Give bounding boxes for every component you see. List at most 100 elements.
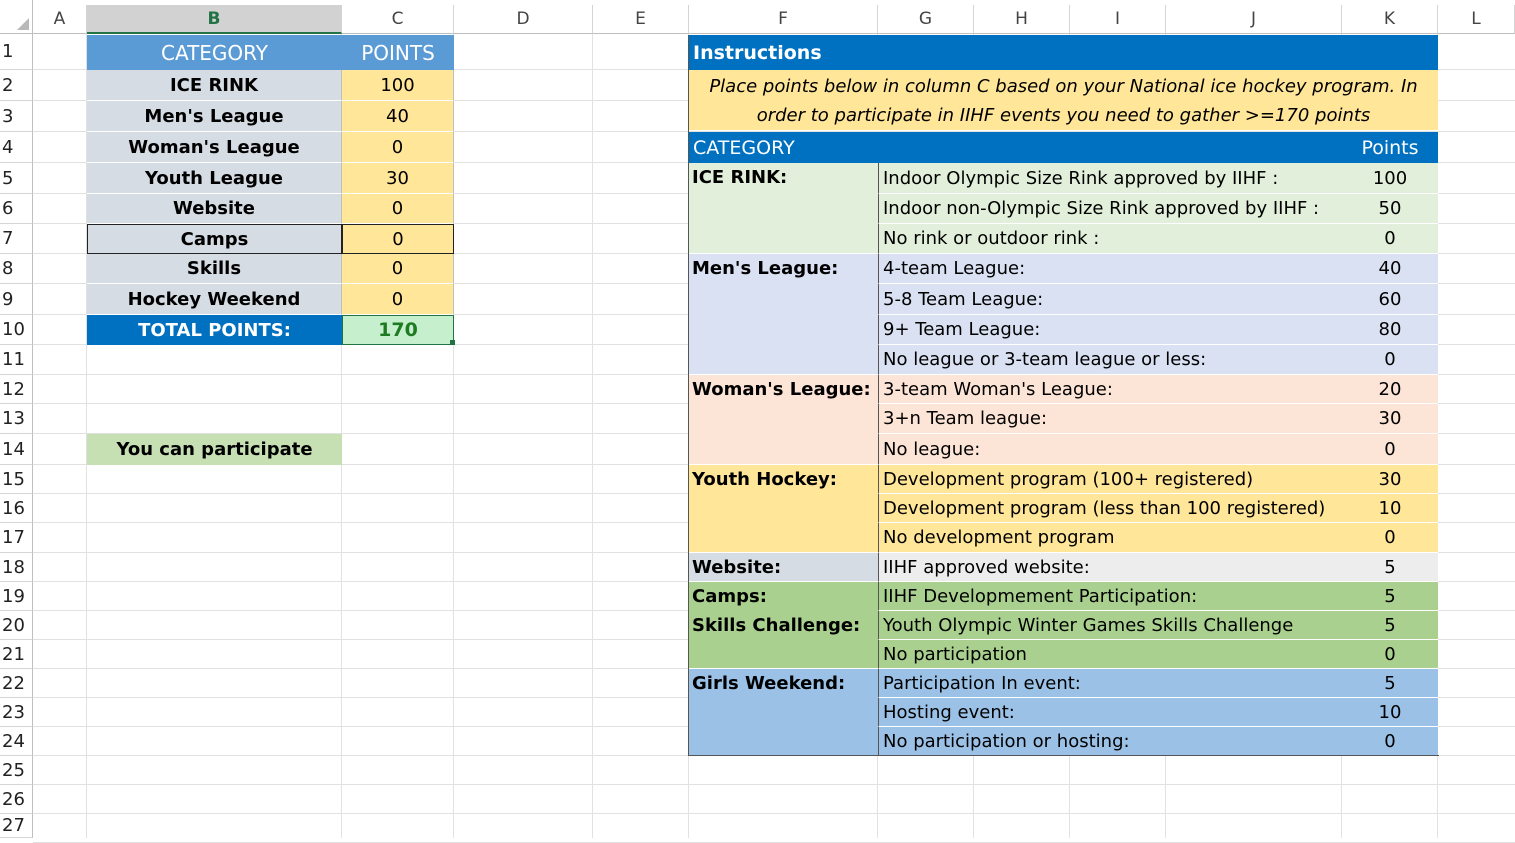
row-header-19[interactable]: 19 (0, 582, 33, 611)
instructions-item-points[interactable]: 0 (1342, 640, 1438, 669)
instructions-item-label[interactable]: No rink or outdoor rink : (878, 224, 1342, 254)
instructions-item-label[interactable]: Youth Olympic Winter Games Skills Challe… (878, 611, 1342, 640)
instructions-item-label[interactable]: No development program (878, 523, 1342, 553)
instructions-group-name[interactable]: Men's League: (689, 254, 878, 375)
instructions-group-name[interactable]: ICE RINK: (689, 163, 878, 254)
score-category-cell[interactable]: Youth League (87, 163, 342, 194)
instructions-item-label[interactable]: 5-8 Team League: (878, 284, 1342, 315)
row-header-1[interactable]: 1 (0, 34, 33, 70)
column-header-b[interactable]: B (87, 5, 342, 34)
instructions-group-name[interactable]: Camps: Skills Challenge: (689, 582, 878, 669)
row-header-23[interactable]: 23 (0, 698, 33, 727)
instructions-header-category[interactable]: CATEGORY (689, 132, 1438, 163)
column-header-e[interactable]: E (593, 5, 689, 34)
score-category-cell[interactable]: Woman's League (87, 132, 342, 163)
score-category-cell[interactable]: Hockey Weekend (87, 284, 342, 315)
instructions-item-points[interactable]: 30 (1342, 404, 1438, 434)
row-header-15[interactable]: 15 (0, 465, 33, 494)
score-category-cell[interactable]: Men's League (87, 101, 342, 132)
score-points-cell[interactable]: 30 (342, 163, 454, 194)
score-points-cell[interactable]: 40 (342, 101, 454, 132)
instructions-item-label[interactable]: 9+ Team League: (878, 315, 1342, 345)
instructions-item-label[interactable]: Indoor Olympic Size Rink approved by IIH… (878, 163, 1342, 194)
column-header-a[interactable]: A (33, 5, 87, 34)
column-header-d[interactable]: D (454, 5, 593, 34)
row-header-11[interactable]: 11 (0, 345, 33, 375)
row-header-26[interactable]: 26 (0, 785, 33, 814)
instructions-item-label[interactable]: Hosting event: (878, 698, 1342, 727)
instructions-item-label[interactable]: 3+n Team league: (878, 404, 1342, 434)
row-header-25[interactable]: 25 (0, 756, 33, 785)
instructions-text[interactable]: Place points below in column C based on … (689, 70, 1438, 131)
instructions-item-points[interactable]: 5 (1342, 611, 1438, 640)
row-header-5[interactable]: 5 (0, 163, 33, 194)
instructions-item-label[interactable]: No league: (878, 434, 1342, 465)
column-header-i[interactable]: I (1070, 5, 1166, 34)
score-category-cell[interactable]: Skills (87, 254, 342, 284)
row-header-12[interactable]: 12 (0, 375, 33, 404)
instructions-item-points[interactable]: 10 (1342, 494, 1438, 523)
column-header-g[interactable]: G (878, 5, 974, 34)
instructions-item-label[interactable]: No participation (878, 640, 1342, 669)
score-category-cell[interactable]: Website (87, 194, 342, 224)
row-header-6[interactable]: 6 (0, 194, 33, 224)
instructions-item-points[interactable]: 10 (1342, 698, 1438, 727)
instructions-item-points[interactable]: 0 (1342, 434, 1438, 465)
instructions-item-points[interactable]: 0 (1342, 523, 1438, 553)
instructions-item-points[interactable]: 80 (1342, 315, 1438, 345)
row-header-18[interactable]: 18 (0, 553, 33, 582)
instructions-item-points[interactable]: 5 (1342, 553, 1438, 582)
instructions-item-label[interactable]: No league or 3-team league or less: (878, 345, 1342, 375)
score-header-points[interactable]: POINTS (342, 35, 454, 70)
spreadsheet-grid[interactable]: ABCDEFGHIJKL 1 2 3 4 5 6 7 8 9 10 11 12 13 14 15 16 17 18… (0, 0, 1515, 843)
score-points-cell[interactable]: 0 (342, 194, 454, 224)
column-header-k[interactable]: K (1342, 5, 1438, 34)
column-header-f[interactable]: F (689, 5, 878, 34)
instructions-item-points[interactable]: 30 (1342, 465, 1438, 494)
score-points-cell[interactable]: 0 (342, 224, 454, 254)
row-header-27[interactable]: 27 (0, 814, 33, 838)
instructions-group-name[interactable]: Girls Weekend: (689, 669, 878, 756)
instructions-item-points[interactable]: 40 (1342, 254, 1438, 284)
instructions-item-label[interactable]: IIHF Developmement Participation: (878, 582, 1342, 611)
instructions-item-label[interactable]: 3-team Woman's League: (878, 375, 1342, 404)
instructions-item-points[interactable]: 0 (1342, 224, 1438, 254)
row-header-14[interactable]: 14 (0, 434, 33, 465)
instructions-item-points[interactable]: 20 (1342, 375, 1438, 404)
column-header-j[interactable]: J (1166, 5, 1342, 34)
score-points-cell[interactable]: 0 (342, 254, 454, 284)
row-header-3[interactable]: 3 (0, 101, 33, 132)
instructions-group-name[interactable]: Website: (689, 553, 878, 582)
row-header-10[interactable]: 10 (0, 315, 33, 345)
participation-result[interactable]: You can participate (87, 434, 342, 465)
instructions-item-label[interactable]: IIHF approved website: (878, 553, 1342, 582)
row-header-20[interactable]: 20 (0, 611, 33, 640)
instructions-item-points[interactable]: 0 (1342, 345, 1438, 375)
instructions-header-points[interactable]: Points (1342, 132, 1438, 163)
instructions-item-label[interactable]: Development program (less than 100 regis… (878, 494, 1342, 523)
instructions-item-label[interactable]: Development program (100+ registered) (878, 465, 1342, 494)
instructions-item-label[interactable]: 4-team League: (878, 254, 1342, 284)
instructions-item-points[interactable]: 5 (1342, 582, 1438, 611)
instructions-item-points[interactable]: 100 (1342, 163, 1438, 194)
column-header-l[interactable]: L (1438, 5, 1515, 34)
row-header-8[interactable]: 8 (0, 254, 33, 284)
column-header-c[interactable]: C (342, 5, 454, 34)
instructions-item-label[interactable]: Participation In event: (878, 669, 1342, 698)
row-header-22[interactable]: 22 (0, 669, 33, 698)
instructions-title[interactable]: Instructions (689, 35, 1438, 70)
total-points-value[interactable]: 170 (342, 315, 454, 345)
row-header-16[interactable]: 16 (0, 494, 33, 523)
row-header-21[interactable]: 21 (0, 640, 33, 669)
instructions-item-points[interactable]: 50 (1342, 194, 1438, 224)
select-all-corner[interactable] (0, 0, 33, 34)
score-category-cell[interactable]: Camps (87, 224, 342, 254)
row-header-7[interactable]: 7 (0, 224, 33, 254)
instructions-item-points[interactable]: 5 (1342, 669, 1438, 698)
row-header-17[interactable]: 17 (0, 523, 33, 553)
instructions-item-points[interactable]: 0 (1342, 727, 1438, 756)
total-points-label[interactable]: TOTAL POINTS: (87, 315, 342, 345)
score-category-cell[interactable]: ICE RINK (87, 70, 342, 101)
row-header-24[interactable]: 24 (0, 727, 33, 756)
instructions-item-points[interactable]: 60 (1342, 284, 1438, 315)
